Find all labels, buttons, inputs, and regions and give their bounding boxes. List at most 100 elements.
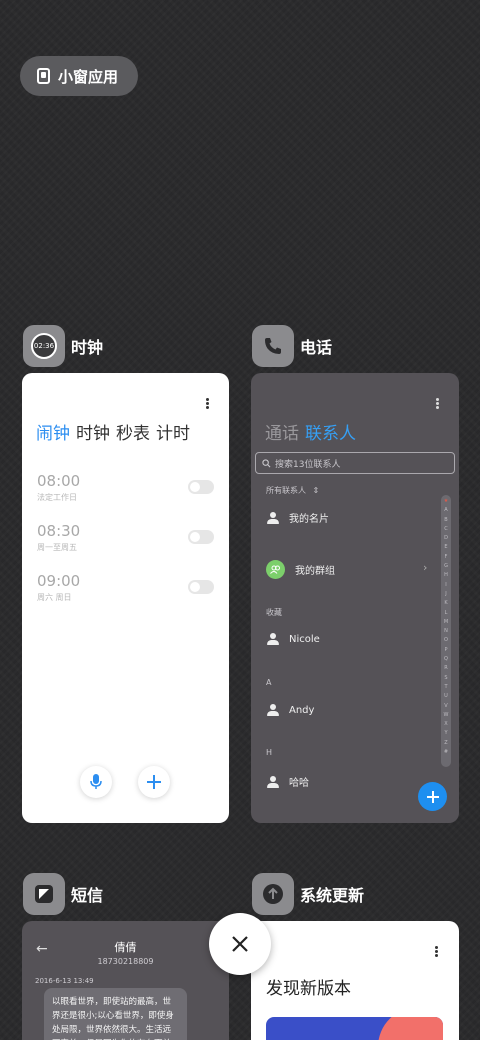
alphabet-index-letter[interactable]: L [445, 609, 448, 618]
tab-stopwatch[interactable]: 秒表 [116, 419, 150, 444]
microphone-icon [90, 774, 102, 789]
phone-app-icon [252, 325, 294, 367]
phone-handset-icon [265, 338, 281, 354]
tab-calls[interactable]: 通话 [265, 419, 299, 444]
alarm-time: 08:30 [37, 522, 81, 540]
tab-clock[interactable]: 时钟 [76, 419, 110, 444]
alphabet-index-letter[interactable]: A [444, 506, 447, 515]
phone-app-name: 电话 [300, 338, 333, 357]
alphabet-index-letter[interactable]: X [444, 720, 447, 729]
my-card-label: 我的名片 [289, 514, 329, 525]
mini-window-icon [37, 68, 50, 84]
all-contacts-label: 所有联系人 [266, 486, 306, 495]
add-contact-button[interactable] [418, 782, 447, 811]
plus-icon [147, 775, 161, 789]
phone-more-icon[interactable] [436, 402, 439, 405]
alphabet-index-letter[interactable]: E [444, 543, 447, 552]
update-app-card[interactable]: 发现新版本 [251, 921, 459, 1040]
tab-alarm[interactable]: 闹钟 [36, 419, 70, 444]
alphabet-index-letter[interactable]: # [444, 748, 448, 757]
alphabet-index-letter[interactable]: T [444, 683, 447, 692]
phone-app-header[interactable]: 电话 [252, 325, 332, 367]
alarm-toggle[interactable] [188, 580, 214, 594]
update-app-header[interactable]: 系统更新 [252, 873, 364, 915]
my-groups-item[interactable]: 我的群组 [266, 560, 335, 579]
alphabet-index-letter[interactable]: H [444, 571, 448, 580]
alphabet-index-letter[interactable]: ★ [444, 497, 448, 506]
alarm-item[interactable]: 08:00 法定工作日 [37, 472, 80, 503]
alphabet-index-letter[interactable]: W [444, 711, 449, 720]
person-icon [267, 704, 279, 716]
alphabet-index-letter[interactable]: N [444, 627, 448, 636]
alphabet-index-letter[interactable]: J [445, 590, 446, 599]
alphabet-index-letter[interactable]: K [444, 599, 447, 608]
update-more-icon[interactable] [435, 950, 438, 953]
mini-window-label: 小窗应用 [58, 67, 119, 86]
alphabet-index-letter[interactable]: R [444, 664, 447, 673]
clock-app-icon: 02:36 [23, 325, 65, 367]
phone-tabs: 通话 联系人 [265, 419, 356, 444]
all-contacts-filter[interactable]: 所有联系人 ⇕ [266, 485, 319, 496]
alphabet-index-letter[interactable]: P [444, 646, 447, 655]
sms-app-name: 短信 [71, 886, 104, 905]
alarm-item[interactable]: 08:30 周一至周五 [37, 522, 80, 553]
my-card-item[interactable]: 我的名片 [267, 510, 329, 525]
alphabet-index-bar[interactable]: ★ A B C D E F G H I J K L M N O P Q R S T U V W X Y Z # [441, 495, 451, 767]
alarm-toggle[interactable] [188, 480, 214, 494]
add-alarm-button[interactable] [138, 766, 170, 798]
contact-item[interactable]: Andy [267, 704, 314, 716]
sms-app-icon [23, 873, 65, 915]
tab-timer[interactable]: 计时 [156, 419, 190, 444]
clock-app-card[interactable]: 闹钟 时钟 秒表 计时 08:00 法定工作日 08:30 周一至周五 09:0… [22, 373, 229, 823]
alphabet-index-letter[interactable]: B [444, 516, 447, 525]
update-banner-accent [378, 1017, 443, 1040]
voice-alarm-button[interactable] [80, 766, 112, 798]
phone-app-card[interactable]: 通话 联系人 搜索13位联系人 所有联系人 ⇕ 我的名片 我的群组 › 收藏 N… [251, 373, 459, 823]
chevron-right-icon: › [423, 561, 428, 574]
alphabet-index-letter[interactable]: F [445, 553, 448, 562]
person-icon [267, 633, 279, 645]
my-groups-label: 我的群组 [295, 566, 335, 577]
alarm-item[interactable]: 09:00 周六 周日 [37, 572, 80, 603]
sms-app-header[interactable]: 短信 [23, 873, 103, 915]
contact-item[interactable]: 哈哈 [267, 774, 309, 789]
alarm-repeat: 周一至周五 [37, 543, 77, 552]
contact-name: 哈哈 [289, 778, 309, 789]
alarm-time: 08:00 [37, 472, 81, 490]
alphabet-index-letter[interactable]: O [444, 636, 448, 645]
alphabet-index-letter[interactable]: Q [444, 655, 448, 664]
plus-icon [426, 790, 439, 803]
alphabet-index-letter[interactable]: Y [444, 729, 447, 738]
contact-name: Nicole [289, 633, 320, 645]
mini-window-button[interactable]: 小窗应用 [20, 56, 138, 96]
group-icon [266, 560, 285, 579]
alphabet-index-letter[interactable]: S [444, 674, 447, 683]
alarm-toggle[interactable] [188, 530, 214, 544]
clock-app-header[interactable]: 02:36 时钟 [23, 325, 103, 367]
alphabet-index-letter[interactable]: V [444, 702, 447, 711]
message-icon [35, 885, 53, 903]
alarm-repeat: 周六 周日 [37, 593, 72, 602]
close-all-button[interactable] [209, 913, 271, 975]
contact-item[interactable]: Nicole [267, 633, 320, 645]
alphabet-index-letter[interactable]: M [444, 618, 448, 627]
sms-contact-number: 18730218809 [97, 957, 154, 966]
person-icon [267, 511, 279, 524]
search-icon [262, 458, 271, 467]
clock-more-icon[interactable] [206, 402, 209, 405]
sms-contact-name: 倩倩 [114, 941, 137, 954]
alphabet-index-letter[interactable]: D [444, 534, 448, 543]
search-placeholder: 搜索13位联系人 [275, 459, 341, 470]
alphabet-index-letter[interactable]: G [444, 562, 448, 571]
tab-contacts[interactable]: 联系人 [305, 419, 356, 444]
person-icon [267, 775, 279, 788]
alphabet-index-letter[interactable]: I [445, 581, 446, 590]
alphabet-index-letter[interactable]: Z [444, 739, 447, 748]
update-app-name: 系统更新 [300, 886, 365, 905]
alphabet-index-letter[interactable]: U [444, 692, 448, 701]
contact-search-input[interactable]: 搜索13位联系人 [255, 452, 455, 474]
close-icon [232, 936, 248, 952]
sms-app-card[interactable]: ← 倩倩 18730218809 2016-6-13 13:49 以眼看世界，即… [22, 921, 229, 1040]
contact-name: Andy [289, 704, 315, 716]
alphabet-index-letter[interactable]: C [444, 525, 448, 534]
